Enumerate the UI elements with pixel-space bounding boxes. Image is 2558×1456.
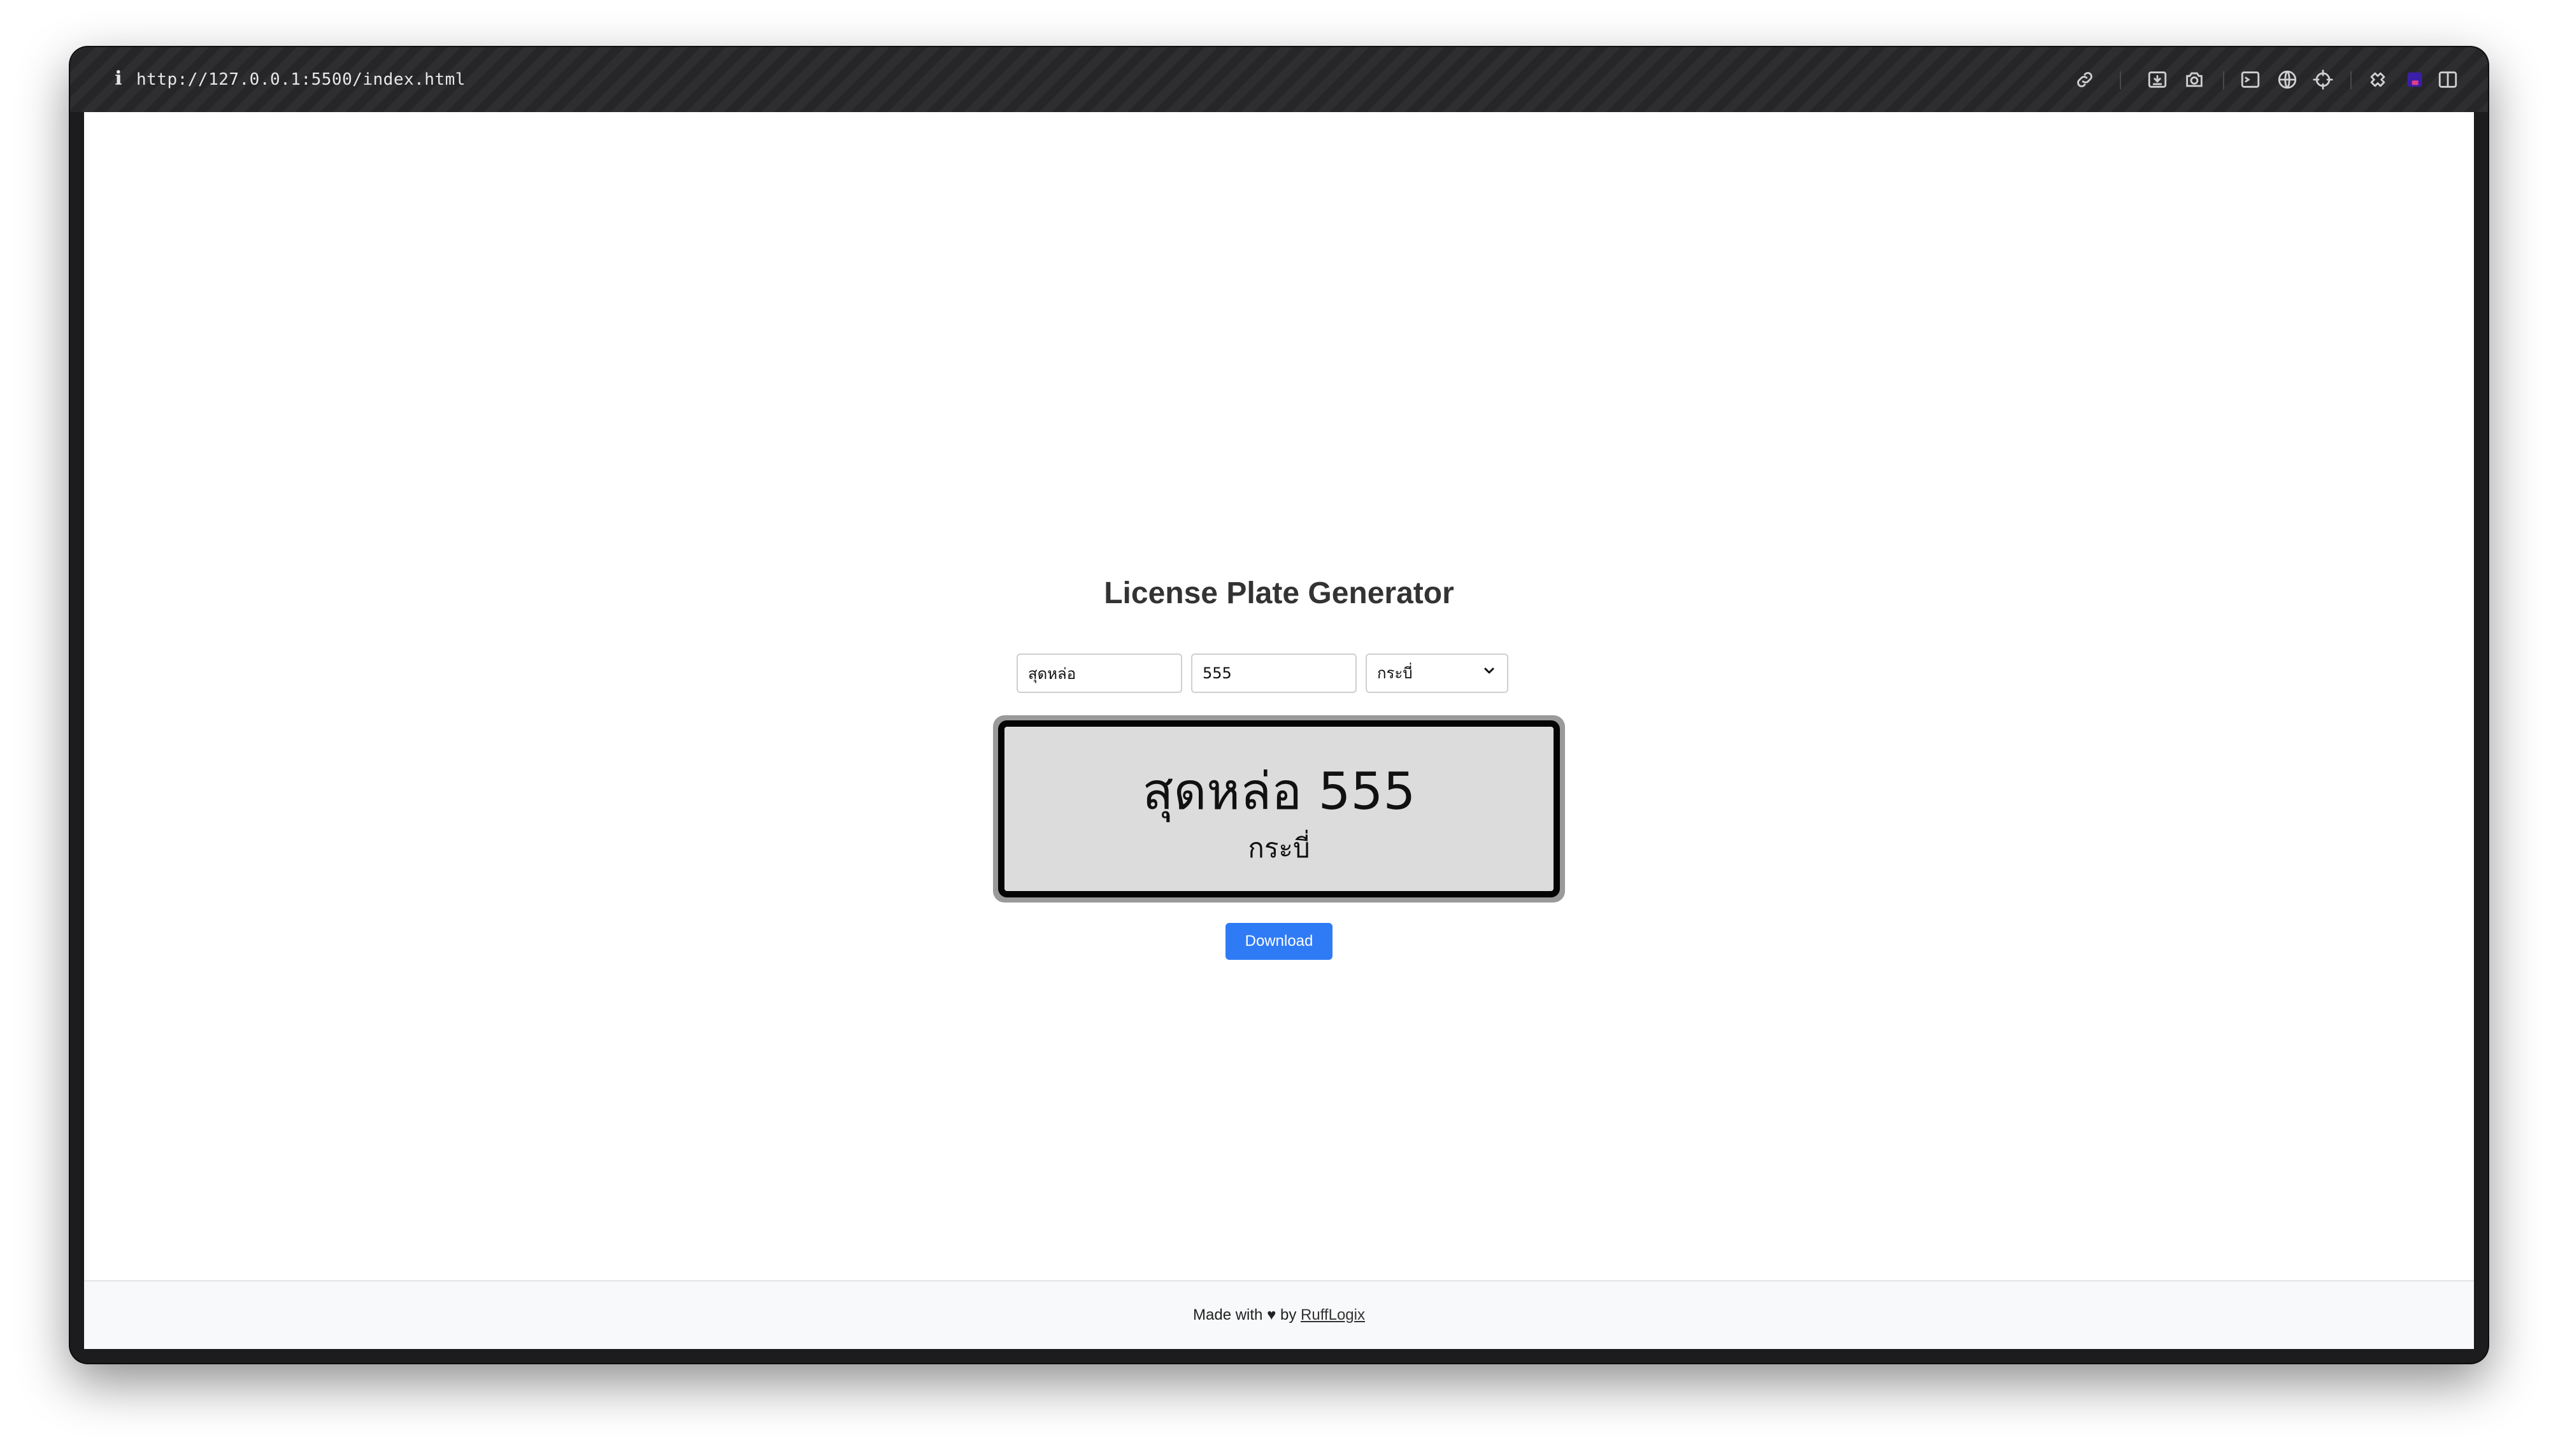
plate-letters: สุดหล่อ <box>1142 762 1303 821</box>
license-plate-preview: สุดหล่อ 555 กระบี่ <box>993 715 1565 903</box>
info-icon[interactable]: i <box>106 66 131 92</box>
footer-author-link[interactable]: RuffLogix <box>1301 1306 1365 1324</box>
license-plate-face: สุดหล่อ 555 กระบี่ <box>998 720 1560 897</box>
browser-toolbar: i http://127.0.0.1:5500/index.html <box>70 47 2488 112</box>
terminal-icon[interactable] <box>2237 66 2264 93</box>
download-icon[interactable] <box>2144 66 2171 93</box>
heart-icon: ♥ <box>1267 1306 1276 1324</box>
plate-number-input[interactable] <box>1191 653 1357 693</box>
footer-by: by <box>1280 1306 1297 1324</box>
toolbar-separator <box>2120 71 2121 89</box>
footer: Made with ♥ by RuffLogix <box>84 1280 2474 1349</box>
sidebar-icon[interactable] <box>2434 66 2461 93</box>
globe-icon[interactable] <box>2274 66 2301 93</box>
plate-letters-input[interactable] <box>1017 653 1182 693</box>
download-button[interactable]: Download <box>1225 923 1333 960</box>
page-viewport: License Plate Generator กระบี่ สุดหล่อ 5… <box>84 112 2474 1349</box>
extensions-icon[interactable] <box>2364 66 2391 93</box>
plate-province: กระบี่ <box>1248 832 1310 864</box>
page-title: License Plate Generator <box>1104 576 1454 610</box>
link-icon[interactable] <box>2071 66 2098 93</box>
crosshair-icon[interactable] <box>2310 66 2336 93</box>
province-select[interactable]: กระบี่ <box>1366 653 1508 693</box>
toolbar-separator <box>2223 71 2224 89</box>
chevron-down-icon <box>1482 655 1497 692</box>
profile-icon[interactable] <box>2401 66 2428 93</box>
footer-prefix: Made with <box>1193 1306 1263 1324</box>
toolbar-separator <box>2350 71 2352 89</box>
plate-main-text: สุดหล่อ 555 <box>1004 751 1554 832</box>
browser-window: i http://127.0.0.1:5500/index.html Licen… <box>70 47 2488 1363</box>
province-select-value: กระบี่ <box>1377 664 1413 682</box>
address-bar-url[interactable]: http://127.0.0.1:5500/index.html <box>136 68 466 92</box>
plate-number: 555 <box>1318 762 1416 821</box>
camera-icon[interactable] <box>2181 66 2208 93</box>
